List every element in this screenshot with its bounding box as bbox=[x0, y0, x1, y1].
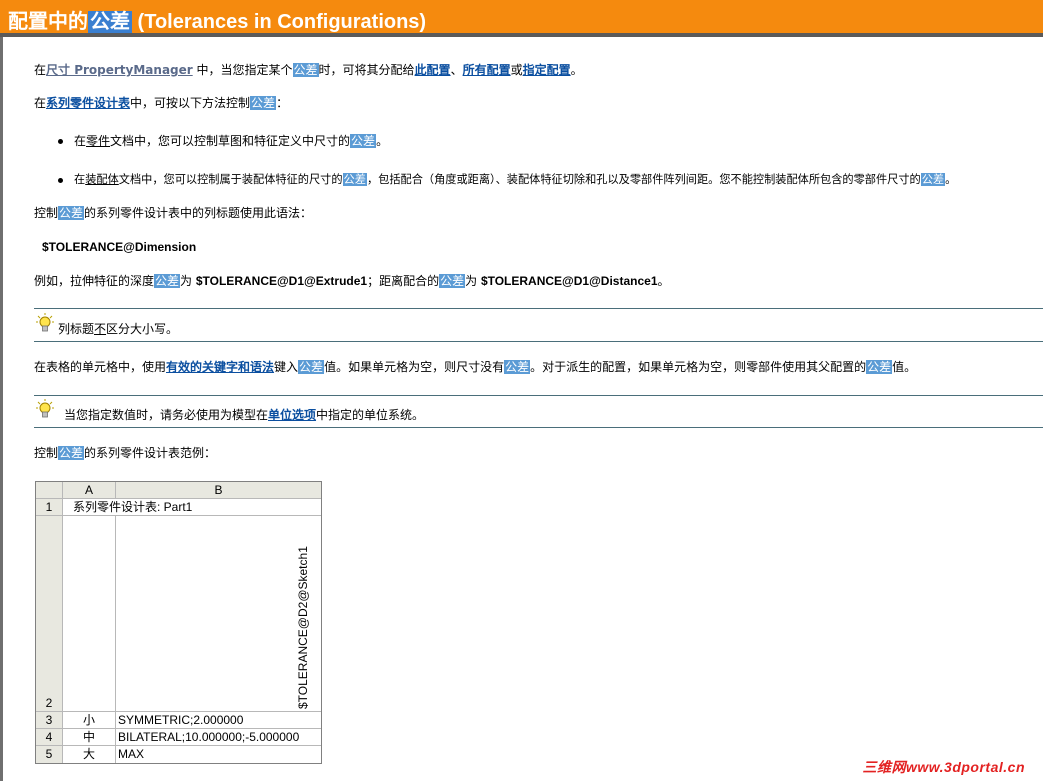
design-table-paragraph: 在系列零件设计表中，可按以下方法控制公差： bbox=[34, 96, 289, 110]
specified-configurations-link[interactable]: 指定配置 bbox=[523, 63, 571, 77]
code-distance: $TOLERANCE@D1@Distance1 bbox=[480, 274, 658, 288]
syntax-example: $TOLERANCE@Dimension bbox=[42, 240, 197, 254]
row-header: 3 bbox=[36, 712, 63, 729]
list-item-assembly: 在装配体文档中，您可以控制属于装配体特征的尺寸的公差，包括配合（角度或距离）、装… bbox=[74, 173, 957, 186]
search-highlight: 公差 bbox=[292, 63, 319, 77]
search-highlight: 公差 bbox=[866, 360, 893, 374]
code-extrude: $TOLERANCE@D1@Extrude1 bbox=[195, 274, 368, 288]
lightbulb-tip-icon bbox=[36, 399, 54, 418]
column-header-a: A bbox=[63, 482, 116, 499]
syntax-intro-paragraph: 控制公差的系列零件设计表中的列标题使用此语法： bbox=[34, 206, 313, 220]
tip-bottom-rule bbox=[34, 427, 1043, 428]
design-table-sheet: A B 1 系列零件设计表: Part1 2 $TOLERANCE@D2@Ske… bbox=[35, 481, 322, 764]
keywords-syntax-link[interactable]: 有效的关键字和语法 bbox=[166, 360, 274, 374]
search-highlight: 公差 bbox=[58, 446, 85, 460]
row-header: 4 bbox=[36, 729, 63, 746]
all-configurations-link[interactable]: 所有配置 bbox=[463, 63, 511, 77]
dimension-propertymanager-link[interactable]: 尺寸 PropertyManager bbox=[46, 63, 193, 77]
search-highlight: 公差 bbox=[298, 360, 325, 374]
search-highlight: 公差 bbox=[154, 274, 181, 288]
tip-bottom-rule bbox=[34, 341, 1043, 342]
tolerance-value-cell: BILATERAL;10.000000;-5.000000 bbox=[116, 729, 321, 746]
site-watermark: 三维网www.3dportal.cn bbox=[862, 759, 1025, 775]
intro-paragraph: 在尺寸 PropertyManager 中，当您指定某个公差时，可将其分配给此配… bbox=[34, 63, 583, 77]
config-name-cell: 中 bbox=[63, 729, 116, 746]
tip-case-insensitive: 列标题不区分大小写。 bbox=[58, 322, 179, 336]
this-configuration-link[interactable]: 此配置 bbox=[415, 63, 451, 77]
title-search-highlight: 公差 bbox=[88, 11, 132, 33]
tolerance-value-cell: MAX bbox=[118, 747, 145, 761]
row-header: 1 bbox=[36, 499, 63, 516]
design-table-title-cell: 系列零件设计表: Part1 bbox=[63, 499, 321, 516]
list-item-part: 在零件文档中，您可以控制草图和特征定义中尺寸的公差。 bbox=[74, 134, 389, 148]
vertical-header-cell: $TOLERANCE@D2@Sketch1 bbox=[116, 516, 321, 712]
bullet-dot bbox=[58, 178, 63, 183]
config-name-cell: 大 bbox=[63, 746, 116, 763]
tolerance-value-cell: SYMMETRIC;2.000000 bbox=[116, 712, 321, 729]
lightbulb-tip-icon bbox=[36, 313, 54, 332]
search-highlight: 公差 bbox=[920, 173, 946, 186]
tip-top-rule bbox=[34, 308, 1043, 309]
table-example-caption: 控制公差的系列零件设计表范例： bbox=[34, 446, 217, 460]
search-highlight: 公差 bbox=[504, 360, 531, 374]
bullet-dot bbox=[58, 139, 63, 144]
tolerance-column-heading: $TOLERANCE@D2@Sketch1 bbox=[296, 546, 310, 709]
search-highlight: 公差 bbox=[342, 173, 367, 186]
tip-units: 当您指定数值时，请务必使用为模型在单位选项中指定的单位系统。 bbox=[64, 408, 425, 422]
corner-cell bbox=[36, 482, 63, 499]
cell-value-paragraph: 在表格的单元格中，使用有效的关键字和语法键入公差值。如果单元格为空，则尺寸没有公… bbox=[34, 360, 917, 374]
row-header: 2 bbox=[36, 516, 63, 712]
search-highlight: 公差 bbox=[58, 206, 85, 220]
page-title: 配置中的 公差 (Tolerances in Configurations) bbox=[8, 11, 427, 33]
row-header: 5 bbox=[36, 746, 63, 763]
config-name-cell: 小 bbox=[63, 712, 116, 729]
tip-top-rule bbox=[34, 395, 1043, 396]
design-table-link[interactable]: 系列零件设计表 bbox=[46, 96, 130, 110]
search-highlight: 公差 bbox=[250, 96, 277, 110]
left-frame-border bbox=[0, 37, 3, 781]
title-bar: 配置中的 公差 (Tolerances in Configurations) bbox=[0, 0, 1043, 37]
table-cell bbox=[63, 516, 116, 712]
search-highlight: 公差 bbox=[439, 274, 466, 288]
example-paragraph: 例如，拉伸特征的深度公差为 $TOLERANCE@D1@Extrude1；距离配… bbox=[34, 274, 670, 288]
column-header-b: B bbox=[116, 482, 321, 499]
search-highlight: 公差 bbox=[350, 134, 377, 148]
unit-options-link[interactable]: 单位选项 bbox=[268, 408, 316, 422]
